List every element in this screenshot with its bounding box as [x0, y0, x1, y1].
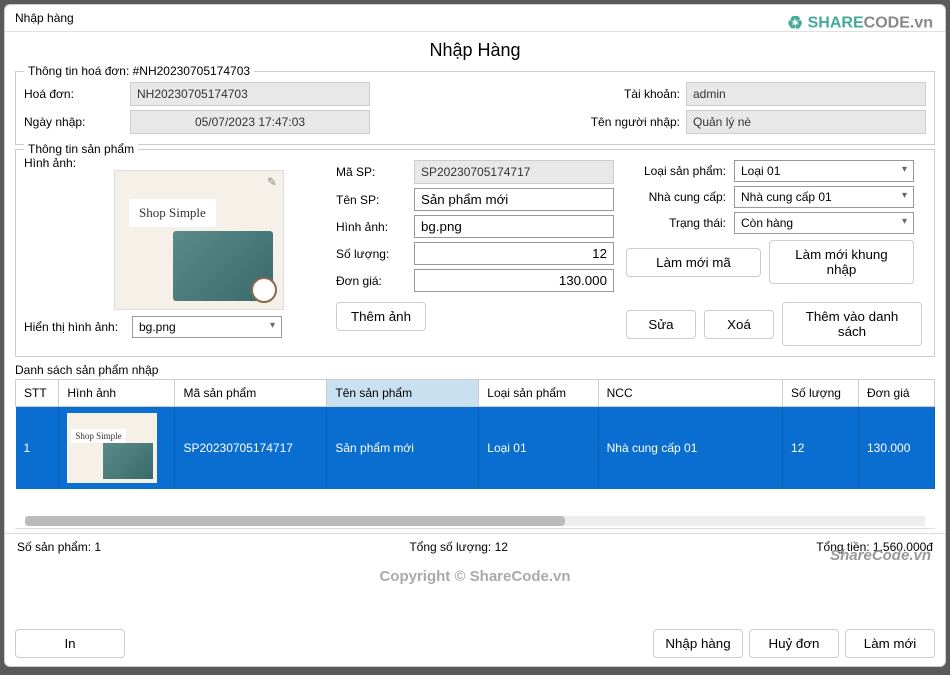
import-button[interactable]: Nhập hàng: [653, 629, 743, 658]
cell-price: 130.000: [858, 407, 934, 490]
col-type[interactable]: Loại sản phẩm: [479, 380, 598, 407]
cell-code: SP20230705174717: [175, 407, 327, 490]
account-label: Tài khoản:: [580, 87, 680, 101]
product-fieldset: Thông tin sản phẩm Hình ảnh: ✎ Shop Simp…: [15, 149, 935, 357]
code-field: SP20230705174717: [414, 160, 614, 184]
row-thumbnail: Shop Simple: [67, 413, 157, 483]
cell-stt: 1: [16, 407, 59, 490]
col-img[interactable]: Hình ảnh: [59, 380, 175, 407]
summary-qty: Tổng số lượng: 12: [409, 540, 508, 554]
status-label: Trạng thái:: [626, 216, 726, 230]
qty-label: Số lượng:: [336, 247, 406, 261]
watermark-logo: ♻ SHARECODE.vn: [787, 13, 933, 34]
supplier-label: Nhà cung cấp:: [626, 190, 726, 204]
print-button[interactable]: In: [15, 629, 125, 658]
recycle-icon: ♻: [787, 13, 803, 34]
user-field: Quản lý nè: [686, 110, 926, 134]
account-field: admin: [686, 82, 926, 106]
col-supplier[interactable]: NCC: [598, 380, 782, 407]
delete-button[interactable]: Xoá: [704, 310, 774, 339]
supplier-select[interactable]: Nhà cung cấp 01: [734, 186, 914, 208]
qty-input[interactable]: [414, 242, 614, 265]
footer-actions: In Nhập hàng Huỷ đơn Làm mới: [15, 629, 935, 658]
invoice-legend: Thông tin hoá đơn: #NH20230705174703: [24, 64, 254, 78]
refresh-button[interactable]: Làm mới: [845, 629, 935, 658]
cell-type: Loại 01: [479, 407, 598, 490]
invoice-field: NH20230705174703: [130, 82, 370, 106]
col-price[interactable]: Đơn giá: [858, 380, 934, 407]
col-stt[interactable]: STT: [16, 380, 59, 407]
col-code[interactable]: Mã sản phẩm: [175, 380, 327, 407]
price-input[interactable]: [414, 269, 614, 292]
list-legend: Danh sách sản phẩm nhập: [15, 361, 935, 379]
page-title: Nhập Hàng: [5, 32, 945, 67]
invoice-fieldset: Thông tin hoá đơn: #NH20230705174703 Hoá…: [15, 71, 935, 145]
cup-graphic: [251, 277, 277, 303]
show-image-select[interactable]: bg.png: [132, 316, 282, 338]
cell-name: Sản phẩm mới: [327, 407, 479, 490]
date-field: 05/07/2023 17:47:03: [130, 110, 370, 134]
list-section: Danh sách sản phẩm nhập STT Hình ảnh Mã …: [15, 361, 935, 529]
window-title: Nhập hàng: [15, 11, 74, 25]
date-label: Ngày nhập:: [24, 115, 124, 129]
watermark-lower: ShareCode.vn: [830, 547, 931, 564]
footer-copyright: Copyright © ShareCode.vn: [5, 560, 945, 593]
summary-count: Số sản phẩm: 1: [17, 540, 101, 554]
refresh-frame-button[interactable]: Làm mới khung nhập: [769, 240, 914, 284]
product-legend: Thông tin sản phẩm: [24, 142, 138, 156]
thumb-text: Shop Simple: [129, 199, 216, 227]
name-label: Tên SP:: [336, 193, 406, 207]
invoice-label: Hoá đơn:: [24, 87, 124, 101]
cell-img: Shop Simple: [59, 407, 175, 490]
cell-supplier: Nhà cung cấp 01: [598, 407, 782, 490]
status-select[interactable]: Còn hàng: [734, 212, 914, 234]
price-label: Đơn giá:: [336, 274, 406, 288]
summary-row: Số sản phẩm: 1 Tổng số lượng: 12 Tổng ti…: [5, 533, 945, 560]
cancel-order-button[interactable]: Huỷ đơn: [749, 629, 839, 658]
scrollbar-thumb[interactable]: [25, 516, 565, 526]
add-to-list-button[interactable]: Thêm vào danh sách: [782, 302, 922, 346]
type-select[interactable]: Loại 01: [734, 160, 914, 182]
refresh-code-button[interactable]: Làm mới mã: [626, 248, 761, 277]
add-image-button[interactable]: Thêm ảnh: [336, 302, 426, 331]
app-window: Nhập hàng ♻ SHARECODE.vn Nhập Hàng Thông…: [4, 4, 946, 667]
col-name[interactable]: Tên sản phẩm: [327, 380, 479, 407]
edit-button[interactable]: Sửa: [626, 310, 696, 339]
product-table[interactable]: STT Hình ảnh Mã sản phẩm Tên sản phẩm Lo…: [15, 379, 935, 489]
image-label: Hình ảnh:: [24, 156, 324, 170]
cell-qty: 12: [783, 407, 859, 490]
table-row[interactable]: 1 Shop Simple SP20230705174717 Sản phẩm …: [16, 407, 935, 490]
code-label: Mã SP:: [336, 165, 406, 179]
pencil-icon: ✎: [267, 175, 277, 189]
name-input[interactable]: [414, 188, 614, 211]
scrollbar-horizontal[interactable]: [25, 516, 925, 526]
table-empty: [15, 489, 935, 529]
type-label: Loại sản phẩm:: [626, 164, 726, 178]
img-input[interactable]: [414, 215, 614, 238]
show-image-label: Hiển thị hình ảnh:: [24, 320, 124, 334]
product-thumbnail[interactable]: ✎ Shop Simple: [114, 170, 284, 310]
imgfield-label: Hình ảnh:: [336, 220, 406, 234]
user-label: Tên người nhập:: [580, 115, 680, 129]
col-qty[interactable]: Số lượng: [783, 380, 859, 407]
